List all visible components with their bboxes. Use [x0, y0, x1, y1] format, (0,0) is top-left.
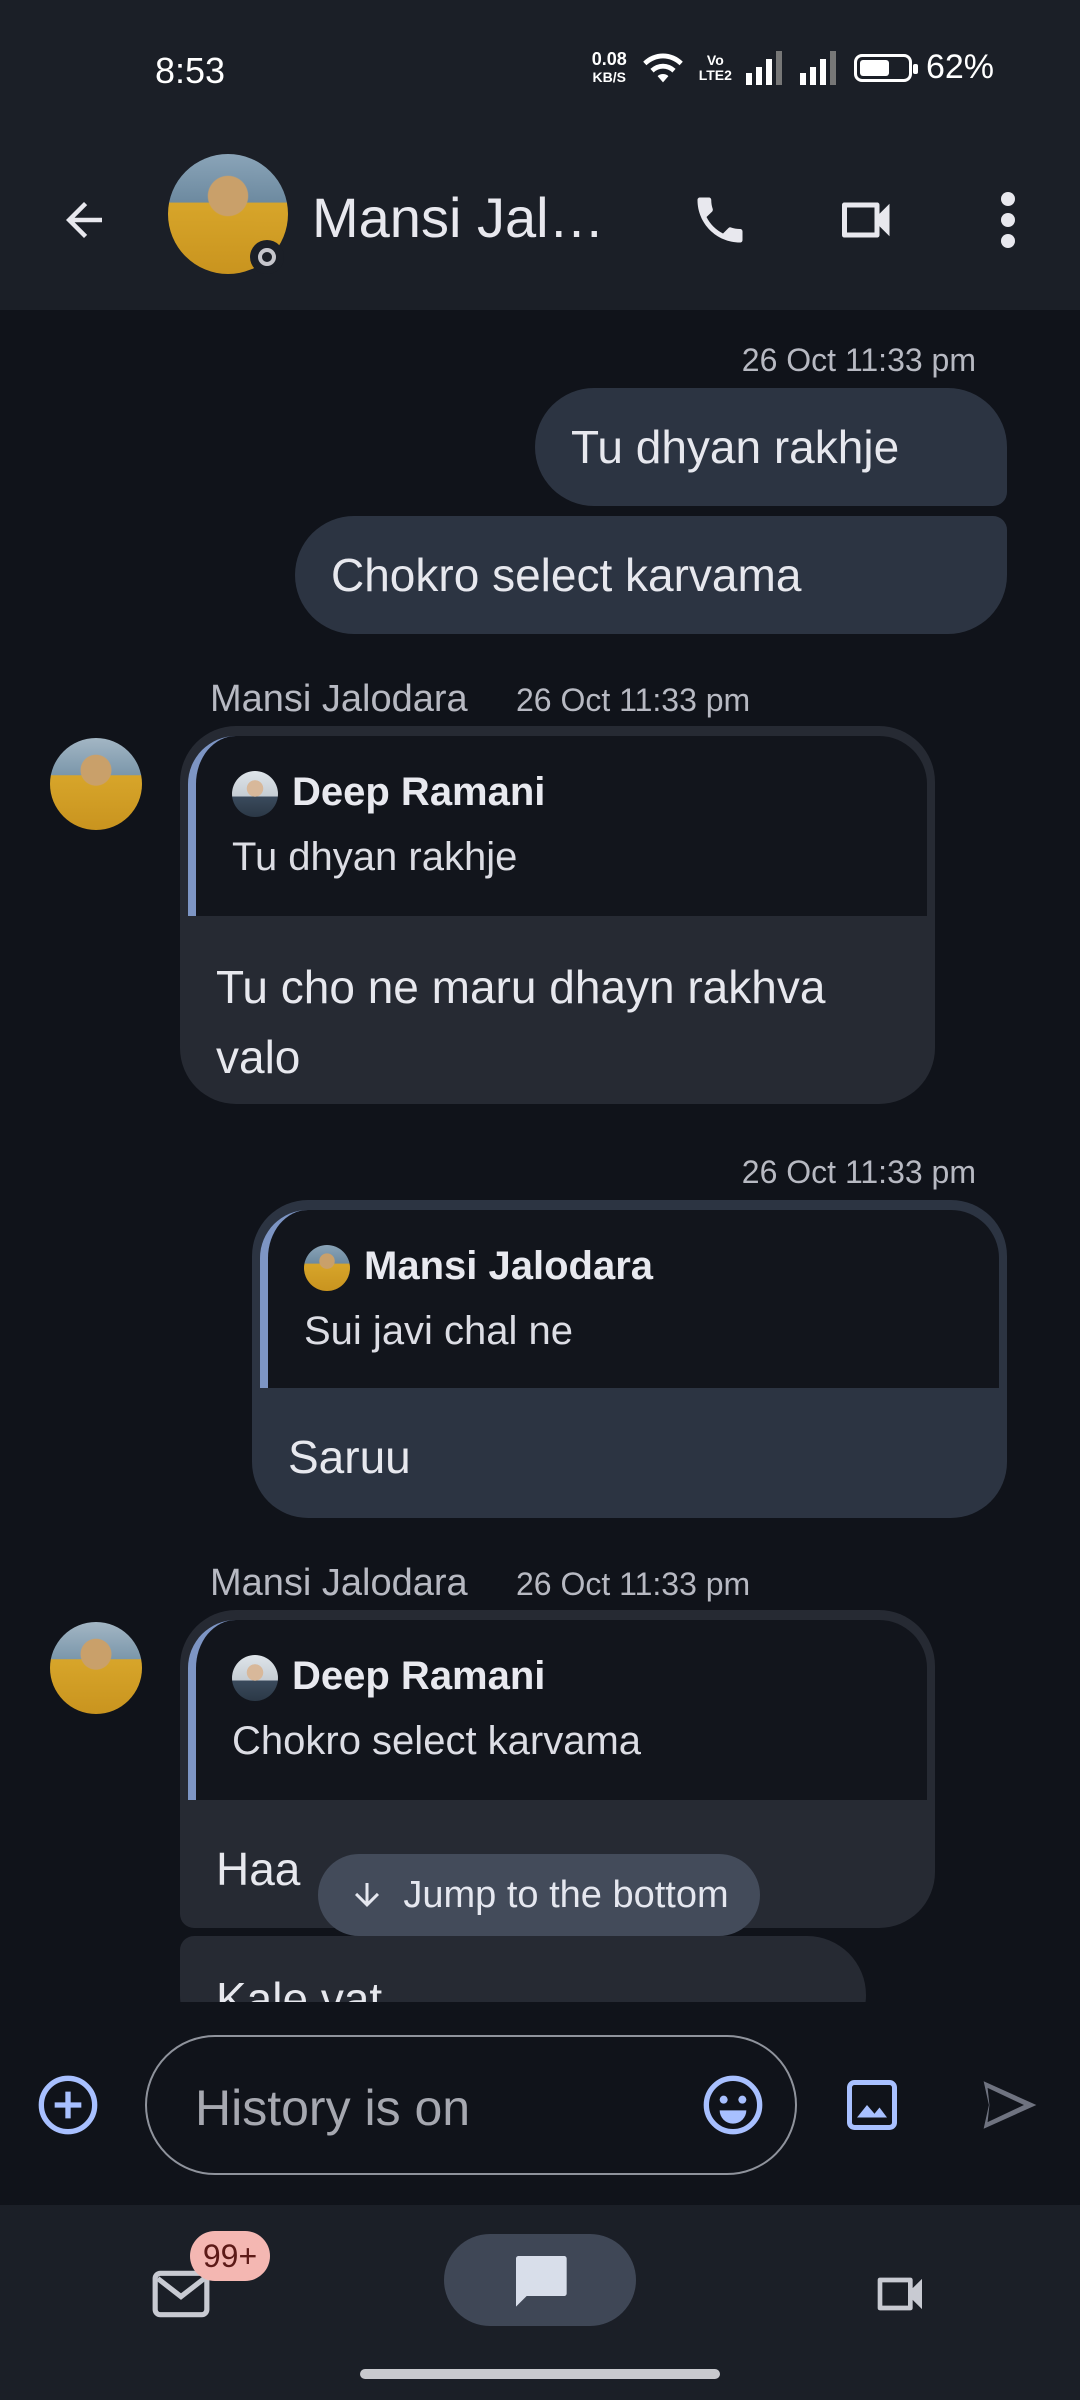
quoted-message[interactable]: Mansi Jalodara Sui javi chal ne: [260, 1210, 999, 1388]
sender-avatar[interactable]: [50, 1622, 142, 1714]
outgoing-message-bubble[interactable]: Chokro select karvama: [295, 516, 1007, 634]
bottom-navigation: 99+: [0, 2205, 1080, 2400]
message-text: Tu cho ne maru dhayn rakhva valo: [216, 952, 825, 1092]
status-icons: 0.08 KB/S Vo LTE2 62%: [592, 48, 994, 87]
back-arrow-icon: [66, 202, 102, 238]
emoji-icon: [703, 2075, 763, 2135]
message-text: Kale vat: [216, 1973, 383, 2002]
quote-author: Mansi Jalodara: [304, 1244, 999, 1292]
signal-sim1-icon: [745, 50, 782, 85]
conversation-title[interactable]: Mansi Jalo…: [312, 185, 632, 250]
quote-author-name: Deep Ramani: [292, 1654, 546, 1698]
message-timestamp: 26 Oct 11:33 pm: [741, 1154, 976, 1190]
quote-text: Tu dhyan rakhje: [232, 835, 518, 880]
status-time: 8:53: [155, 50, 226, 91]
chat-icon: [516, 2256, 567, 2307]
more-options-button[interactable]: [968, 180, 1048, 260]
message-input[interactable]: [195, 2079, 655, 2137]
network-speed-value: 0.08: [591, 48, 627, 69]
add-attachment-button[interactable]: [30, 2067, 106, 2143]
message-clip: Kale vat: [180, 1936, 866, 2002]
message-text-line: Tu cho ne maru dhayn rakhva: [216, 961, 826, 1013]
presence-indicator: [250, 240, 284, 274]
arrow-down-icon: [355, 1883, 380, 1907]
jump-to-bottom-label: Jump to the bottom: [403, 1873, 729, 1916]
nav-chat[interactable]: [444, 2234, 636, 2326]
call-button[interactable]: [680, 180, 760, 260]
volte-top: Vo: [706, 51, 724, 68]
quoted-message[interactable]: Deep Ramani Chokro select karvama: [188, 1620, 927, 1800]
battery-icon: [853, 53, 918, 82]
emoji-button[interactable]: [695, 2067, 771, 2143]
signal-sim2-icon: [799, 50, 836, 85]
message-composer: [0, 2005, 1080, 2205]
nav-meet[interactable]: [858, 2253, 944, 2335]
gallery-button[interactable]: [834, 2067, 910, 2143]
sender-avatar[interactable]: [50, 738, 142, 830]
gesture-bar: [360, 2369, 720, 2379]
message-input-container[interactable]: [145, 2035, 797, 2175]
message-text: Haa: [216, 1843, 301, 1895]
send-icon: [983, 2081, 1037, 2129]
incoming-message-bubble[interactable]: Deep Ramani Tu dhyan rakhje Tu cho ne ma…: [180, 726, 935, 1104]
quote-text: Chokro select karvama: [232, 1719, 642, 1764]
quote-author-avatar: [232, 771, 278, 818]
volte-indicator: Vo LTE2: [698, 51, 732, 83]
phone-icon: [697, 197, 743, 243]
status-bar: 8:53 0.08 KB/S Vo LTE2 62%: [0, 0, 1080, 130]
battery-percent: 62%: [925, 48, 994, 86]
outgoing-message-bubble[interactable]: Tu dhyan rakhje: [535, 388, 1007, 506]
quote-author: Deep Ramani: [232, 770, 927, 818]
quote-author: Deep Ramani: [232, 1654, 927, 1702]
outgoing-message-bubble[interactable]: Mansi Jalodara Sui javi chal ne Saruu: [252, 1200, 1007, 1518]
battery-fill: [859, 59, 889, 76]
quote-author-avatar: [304, 1245, 350, 1292]
network-speed-unit: KB/S: [592, 68, 626, 85]
quote-author-name: Mansi Jalodara: [364, 1244, 654, 1288]
quote-author-avatar: [232, 1655, 278, 1702]
video-call-button[interactable]: [822, 180, 912, 260]
message-text: Chokro select karvama: [331, 549, 802, 601]
volte-bottom: LTE2: [698, 66, 732, 83]
message-text: Tu dhyan rakhje: [571, 421, 900, 473]
incoming-message-bubble[interactable]: Kale vat: [180, 1936, 866, 2002]
message-timestamp: 26 Oct 11:33 pm: [516, 1566, 751, 1602]
add-circle-icon: [38, 2075, 98, 2135]
video-call-icon: [842, 202, 890, 238]
mail-unread-badge: 99+: [190, 2231, 270, 2281]
sender-name: Mansi Jalodara: [210, 1562, 468, 1604]
message-text-line: valo: [216, 1031, 301, 1083]
quoted-message[interactable]: Deep Ramani Tu dhyan rakhje: [188, 736, 927, 916]
sender-name: Mansi Jalodara: [210, 678, 468, 720]
message-timestamp: 26 Oct 11:33 pm: [741, 342, 976, 378]
message-text: Saruu: [288, 1431, 411, 1483]
more-vert-icon: [1001, 192, 1015, 248]
back-button[interactable]: [44, 180, 124, 260]
quote-text: Sui javi chal ne: [304, 1309, 574, 1354]
network-speed: 0.08 KB/S: [592, 50, 627, 86]
message-timestamp: 26 Oct 11:33 pm: [516, 682, 751, 718]
jump-to-bottom-button[interactable]: Jump to the bottom: [318, 1854, 760, 1936]
quote-author-name: Deep Ramani: [292, 770, 546, 814]
wifi-icon: [642, 52, 683, 82]
video-camera-icon: [877, 2277, 922, 2311]
send-button[interactable]: [970, 2067, 1050, 2143]
image-icon: [847, 2080, 897, 2130]
app-bar: Mansi Jalo…: [0, 130, 1080, 310]
